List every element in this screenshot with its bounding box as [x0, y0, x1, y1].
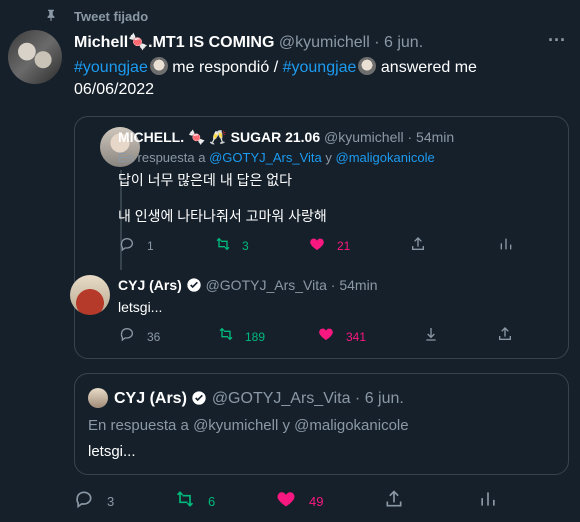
reply-author-avatar[interactable] — [70, 275, 110, 315]
hashtag-link[interactable]: #youngjae — [283, 59, 357, 76]
face-emoji-icon — [149, 57, 168, 75]
tweet-time[interactable]: · 6 jun. — [374, 34, 423, 51]
retweet-icon[interactable] — [175, 489, 195, 509]
retweet-icon[interactable] — [215, 236, 231, 252]
tweet-text-mid: me respondió / — [172, 59, 279, 76]
reply-icon[interactable] — [119, 326, 135, 342]
quote2-text: letsgi... — [88, 443, 136, 460]
more-options-icon[interactable]: ··· — [548, 30, 566, 51]
pinned-label: Tweet fijado — [74, 9, 149, 24]
quoted-author-avatar[interactable] — [88, 388, 108, 408]
download-icon[interactable] — [423, 326, 439, 342]
like-count: 21 — [337, 239, 351, 253]
reply1-text-line1: 답이 너무 많은데 내 답은 없다 — [118, 172, 293, 188]
reply-icon[interactable] — [74, 489, 94, 509]
heart-filled-icon[interactable] — [318, 326, 334, 342]
pin-icon — [44, 8, 58, 22]
reply1-header: MICHELL. 🍬 🥂 SUGAR 21.06 @kyumichell · 5… — [118, 129, 454, 146]
reply1-handle[interactable]: @kyumichell — [324, 129, 404, 145]
verified-badge-icon — [192, 391, 207, 405]
mention-link[interactable]: @maligokanicole — [336, 150, 435, 165]
reply2-text: letsgi... — [118, 299, 163, 315]
reply-conj: y — [325, 150, 332, 165]
quote2-header: CYJ (Ars) @GOTYJ_Ars_Vita · 6 jun. — [114, 390, 404, 408]
retweet-icon[interactable] — [218, 326, 234, 342]
share-icon[interactable] — [410, 236, 426, 252]
quote2-handle[interactable]: @GOTYJ_Ars_Vita — [212, 390, 351, 407]
quote2-replying-to: En respuesta a @kyumichell y @maligokani… — [88, 417, 409, 434]
reply-icon[interactable] — [119, 236, 135, 252]
reply1-author-name[interactable]: MICHELL. 🍬 🥂 SUGAR 21.06 — [118, 129, 320, 145]
author-name[interactable]: Michell🍬.MT1 IS COMING — [74, 34, 274, 51]
author-handle[interactable]: @kyumichell — [279, 34, 370, 51]
like-count: 341 — [346, 330, 367, 344]
reply2-header: CYJ (Ars) @GOTYJ_Ars_Vita · 54min — [118, 277, 377, 293]
analytics-icon[interactable] — [498, 236, 514, 252]
heart-filled-icon[interactable] — [309, 236, 325, 252]
analytics-icon[interactable] — [478, 489, 498, 509]
retweet-count: 6 — [208, 494, 216, 509]
heart-filled-icon[interactable] — [276, 489, 296, 509]
mention-link[interactable]: @GOTYJ_Ars_Vita — [209, 150, 322, 165]
verified-badge-icon — [187, 278, 201, 292]
reply-count: 1 — [147, 239, 154, 253]
reply-count: 36 — [147, 330, 161, 344]
tweet-text: #youngjae me respondió / #youngjae answe… — [74, 57, 554, 101]
reply-prefix: En respuesta a — [118, 150, 206, 165]
tweet-text-end: answered me — [380, 59, 477, 76]
tweet-header: Michell🍬.MT1 IS COMING @kyumichell · 6 j… — [74, 32, 423, 52]
tweet-date-line: 06/06/2022 — [74, 81, 155, 98]
reply-count: 3 — [107, 494, 115, 509]
hashtag-link[interactable]: #youngjae — [74, 59, 148, 76]
reply1-replying-to: En respuesta a @GOTYJ_Ars_Vita y @maligo… — [118, 150, 435, 165]
like-count: 49 — [309, 494, 324, 509]
retweet-count: 189 — [245, 330, 266, 344]
reply2-author-name[interactable]: CYJ (Ars) — [118, 277, 182, 293]
share-icon[interactable] — [497, 326, 513, 342]
quote2-time[interactable]: · 6 jun. — [355, 390, 404, 407]
reply2-handle[interactable]: @GOTYJ_Ars_Vita — [206, 277, 327, 293]
retweet-count: 3 — [242, 239, 249, 253]
reply1-text-line2: 내 인생에 나타나줘서 고마워 사랑해 — [118, 208, 327, 224]
share-icon[interactable] — [384, 489, 404, 509]
author-avatar[interactable] — [8, 30, 62, 84]
quote2-author-name[interactable]: CYJ (Ars) — [114, 390, 187, 407]
reply1-time[interactable]: · 54min — [407, 129, 454, 145]
face-emoji-icon — [358, 57, 377, 75]
reply2-time[interactable]: · 54min — [331, 277, 378, 293]
